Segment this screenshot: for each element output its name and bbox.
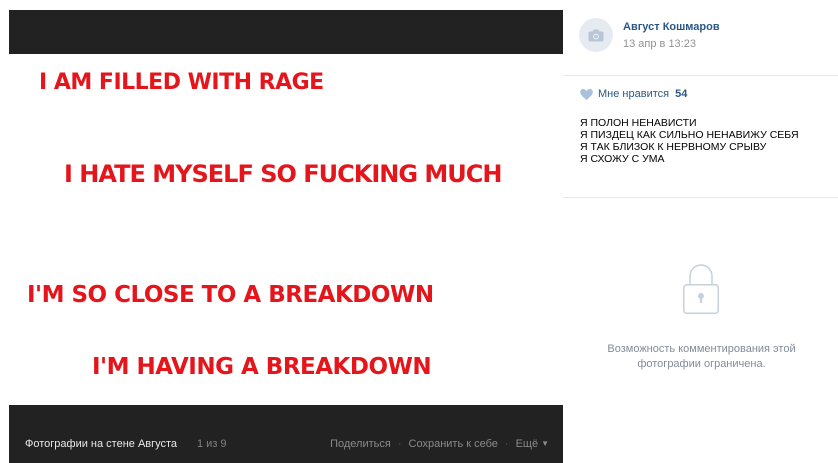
caption-line: Я ПОЛОН НЕНАВИСТИ [580, 117, 697, 129]
photo-text-line: I HATE MYSELF SO FUCKING MUCH [64, 160, 502, 188]
caption-line: Я ТАК БЛИЗОК К НЕРВНОМУ СРЫВУ [580, 141, 767, 153]
like-count: 54 [675, 88, 688, 100]
comments-restricted-notice: Возможность комментирования этой фотогра… [607, 343, 796, 370]
like-label: Мне нравится [598, 88, 670, 100]
heart-icon [580, 88, 593, 100]
photo-text-line: I AM FILLED WITH RAGE [39, 70, 324, 95]
photo-counter: 1 из 9 [197, 438, 227, 450]
caption-line: Я ПИЗДЕЦ КАК СИЛЬНО НЕНАВИЖУ СЕБЯ [580, 129, 799, 141]
save-to-me-button[interactable]: Сохранить к себе [409, 438, 498, 450]
separator-dot: · [397, 438, 402, 450]
post-date[interactable]: 13 апр в 13:23 [623, 38, 696, 50]
photo-text-line: I'M HAVING A BREAKDOWN [92, 354, 432, 380]
post-sidebar: Август Кошмаров 13 апр в 13:23 Мне нрави… [563, 0, 838, 463]
caption-line: Я СХОЖУ С УМА [580, 153, 665, 165]
viewer-actions: Поделиться · Сохранить к себе · Ещё ▼ [330, 438, 549, 450]
like-button[interactable]: Мне нравится 54 [580, 88, 687, 100]
divider [563, 197, 838, 198]
photo-image[interactable]: I AM FILLED WITH RAGE I HATE MYSELF SO F… [0, 54, 563, 405]
separator-dot: · [504, 438, 509, 450]
viewer-bottom-bar: Фотографии на стене Августа 1 из 9 Подел… [9, 405, 563, 463]
viewer-top-bar [9, 10, 563, 54]
photo-text-line: I'M SO CLOSE TO A BREAKDOWN [27, 282, 434, 308]
camera-icon [588, 29, 604, 41]
author-name-link[interactable]: Август Кошмаров [623, 21, 720, 33]
lock-icon [681, 262, 721, 319]
avatar[interactable] [579, 18, 613, 52]
photo-viewer: I AM FILLED WITH RAGE I HATE MYSELF SO F… [0, 0, 563, 463]
more-button[interactable]: Ещё ▼ [516, 438, 549, 450]
author-header: Август Кошмаров 13 апр в 13:23 [563, 0, 838, 76]
share-button[interactable]: Поделиться [330, 438, 391, 450]
more-label: Ещё [515, 438, 539, 450]
album-title-link[interactable]: Фотографии на стене Августа [25, 438, 177, 450]
chevron-down-icon: ▼ [541, 439, 549, 448]
post-caption: Я ПОЛОН НЕНАВИСТИ Я ПИЗДЕЦ КАК СИЛЬНО НЕ… [580, 117, 799, 165]
